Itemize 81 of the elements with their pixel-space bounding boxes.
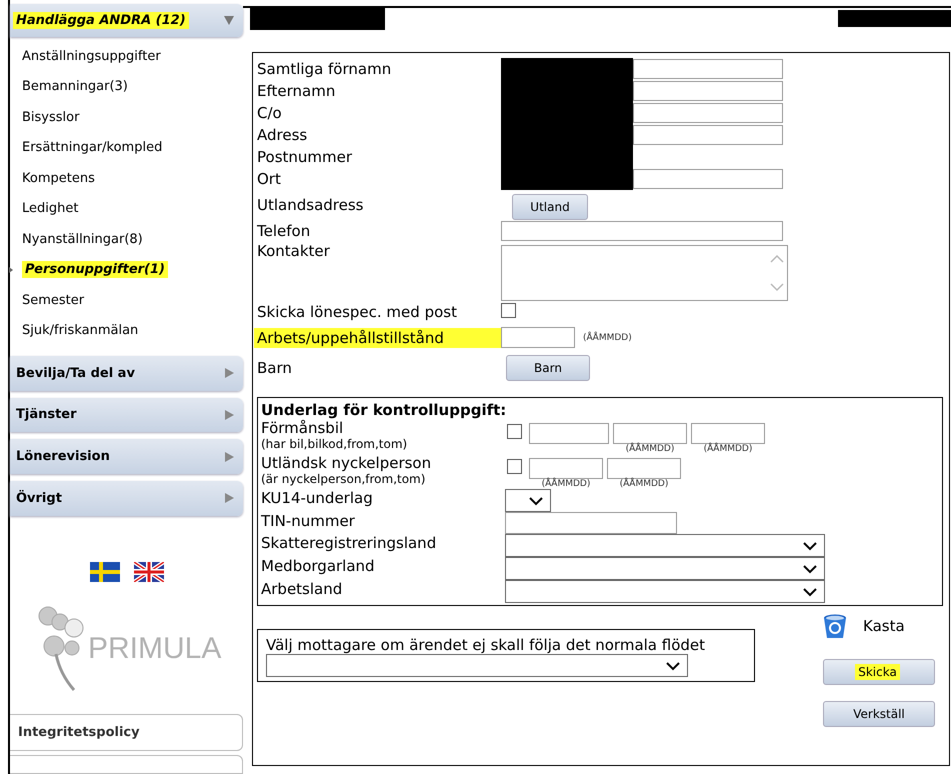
field-label: TIN-nummer <box>261 512 356 530</box>
field-label: Förmånsbil <box>261 419 344 437</box>
field-label: Telefon <box>257 222 312 240</box>
menu-item[interactable]: Sjuk/friskanmälan <box>22 323 138 338</box>
menu-item[interactable]: Ledighet <box>22 201 78 216</box>
field-label: KU14-underlag <box>261 489 374 507</box>
form-button[interactable]: Barn <box>506 355 590 381</box>
receiver-label: Välj mottagare om ärendet ej skall följa det normala flödet <box>266 636 706 654</box>
section-title: Underlag för kontrolluppgift: <box>261 401 508 419</box>
menu-section-header[interactable]: Tjänster <box>10 398 243 432</box>
field-label: Kontakter <box>257 242 331 260</box>
caret-icon <box>223 492 235 504</box>
dropdown[interactable] <box>505 489 551 512</box>
menu-section-header[interactable]: Handlägga ANDRA (12) <box>10 4 243 37</box>
menu-item[interactable]: Ersättningar/kompled <box>22 140 162 156</box>
date-field[interactable] <box>691 423 765 444</box>
form-button[interactable]: Utland <box>512 194 588 220</box>
text-field[interactable] <box>501 221 783 241</box>
text-field[interactable] <box>633 169 783 189</box>
menu-item[interactable]: Bemanningar(3) <box>22 79 128 94</box>
field-label: Barn <box>257 358 293 376</box>
action-button[interactable]: Skicka <box>823 659 935 685</box>
field-label: Postnummer <box>257 148 354 166</box>
logo-text: PRIMULA <box>88 632 222 666</box>
caret-icon <box>223 408 235 421</box>
field-label: C/o <box>257 104 283 122</box>
menu-item[interactable]: Semester <box>22 292 84 308</box>
menu-section-header[interactable]: Övrigt <box>10 481 243 516</box>
field-label: Arbets/uppehållstillstånd <box>254 328 501 348</box>
checkbox[interactable] <box>507 424 522 439</box>
field-label: Ort <box>257 170 282 188</box>
menu-section-header[interactable]: Bevilja/Ta del av <box>10 356 243 391</box>
text-field[interactable] <box>633 103 783 123</box>
menu-item[interactable]: Personuppgifter(1) <box>22 261 168 278</box>
swedish-flag-icon[interactable] <box>90 562 120 582</box>
field-label: Medborgarland <box>261 557 376 575</box>
privacy-policy-link[interactable]: Integritetspolicy <box>10 714 243 751</box>
field-description: (har bil,bilkod,from,tom) <box>261 437 408 451</box>
chevron-icon <box>665 660 681 670</box>
field-label: Samtliga förnamn <box>257 60 392 78</box>
british-flag-icon[interactable] <box>134 562 164 582</box>
date-format-hint: (ÅÅMMDD) <box>542 479 590 489</box>
chevron-icon <box>802 564 818 574</box>
date-field[interactable] <box>607 458 681 479</box>
field-label: Utländsk nyckelperson <box>261 454 432 472</box>
caret-icon <box>223 14 235 26</box>
menu-item[interactable]: Anställningsuppgifter <box>22 48 161 64</box>
text-field[interactable] <box>529 423 609 444</box>
menu-item[interactable]: Bisysslor <box>22 110 80 125</box>
text-field[interactable] <box>633 81 783 101</box>
field-label: Adress <box>257 126 308 144</box>
menu-item[interactable]: Kompetens <box>22 170 95 186</box>
menu-item[interactable]: Nyanställningar(8) <box>22 232 143 247</box>
caret-icon <box>223 450 235 463</box>
chevron-icon <box>802 540 818 550</box>
action-button[interactable]: Verkställ <box>823 701 935 727</box>
caret-icon <box>223 367 235 380</box>
discard-label[interactable]: Kasta <box>863 617 905 635</box>
date-format-hint: (ÅÅMMDD) <box>620 479 668 489</box>
field-label: Arbetsland <box>261 580 344 598</box>
field-label: Skicka lönespec. med post <box>257 303 458 321</box>
menu-button[interactable] <box>10 754 243 774</box>
field-label: Efternamn <box>257 82 336 100</box>
trash-can-icon[interactable] <box>821 612 849 640</box>
date-format-hint: (ÅÅMMDD) <box>626 444 674 454</box>
chevron-icon <box>528 496 544 506</box>
text-field[interactable] <box>633 125 783 145</box>
date-format-hint: (ÅÅMMDD) <box>583 332 632 342</box>
checkbox[interactable] <box>501 302 516 318</box>
date-field[interactable] <box>501 327 575 348</box>
text-field[interactable] <box>633 59 783 79</box>
field-description: (är nyckelperson,from,tom) <box>261 472 426 486</box>
date-field[interactable] <box>613 423 687 444</box>
date-format-hint: (ÅÅMMDD) <box>704 444 752 454</box>
chevron-icon <box>802 586 818 596</box>
menu-section-header[interactable]: Lönerevision <box>10 439 243 474</box>
field-label: Utlandsadress <box>257 196 364 214</box>
date-field[interactable] <box>529 458 603 479</box>
field-label: Skatteregistreringsland <box>261 534 438 552</box>
text-field[interactable] <box>505 512 677 534</box>
checkbox[interactable] <box>507 459 522 474</box>
